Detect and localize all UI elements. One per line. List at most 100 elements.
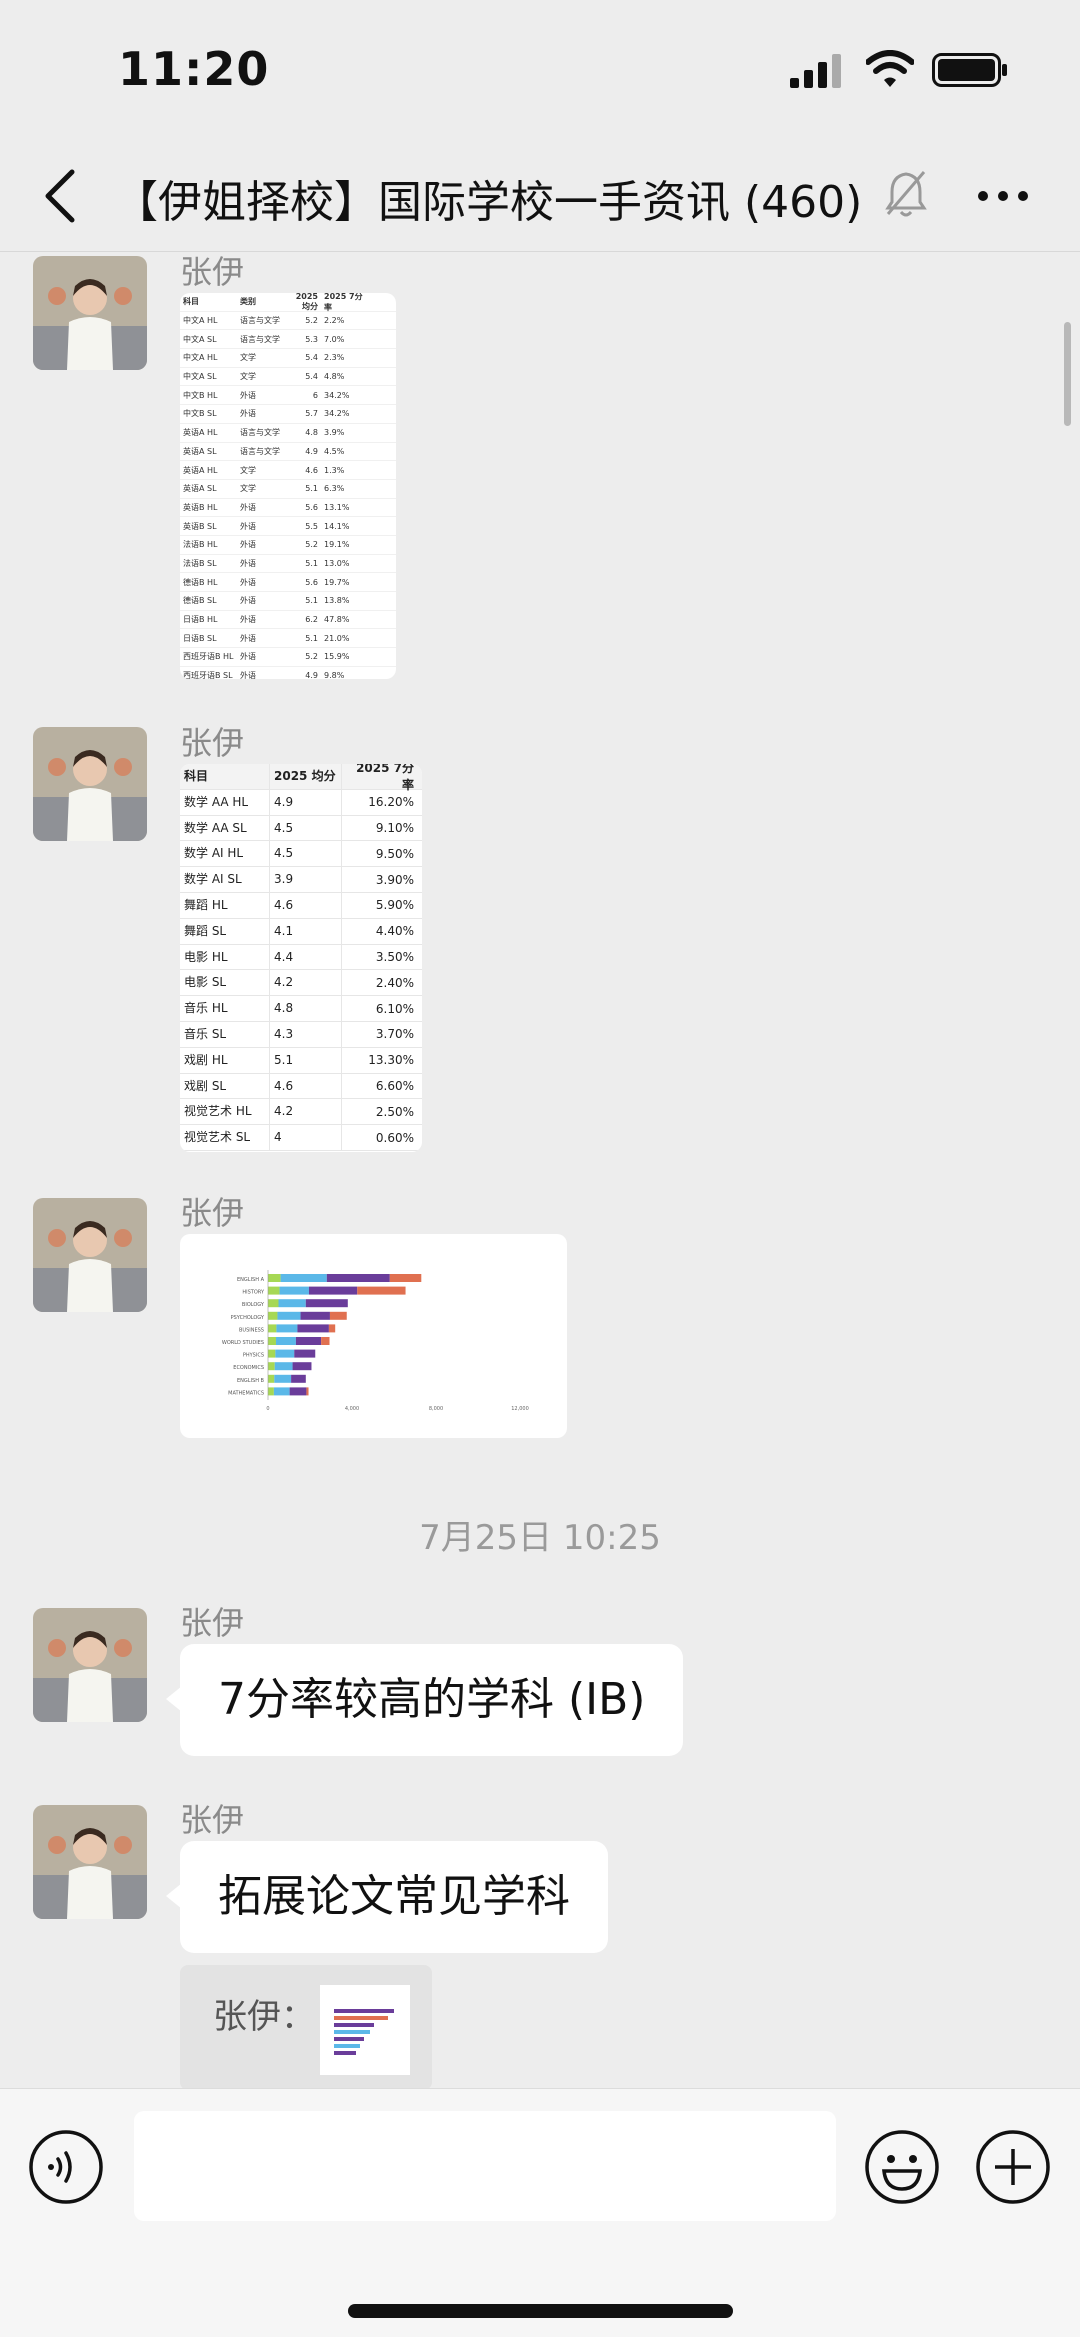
table-cell: 5.1	[270, 1047, 342, 1073]
table-row: 英语B HL 外语 5.6 13.1%	[180, 499, 396, 518]
bar-segment	[328, 1324, 336, 1333]
table-cell: 5.90%	[375, 898, 414, 913]
table-cell: 6.60%	[375, 1078, 414, 1093]
table-cell: 语言与文学	[240, 446, 280, 456]
avatar[interactable]	[33, 1608, 147, 1722]
table-row: 中文A SL 文学 5.4 4.8%	[180, 368, 396, 387]
table-cell: 语言与文学	[240, 428, 280, 438]
avatar[interactable]	[33, 256, 147, 370]
table-cell: 舞蹈 SL	[180, 918, 270, 944]
status-time: 11:20	[118, 42, 270, 96]
add-attachment-icon[interactable]	[975, 2129, 1051, 2205]
table-cell: 5.1	[305, 558, 318, 568]
avatar-image	[33, 1805, 147, 1919]
bar-segment	[291, 1374, 306, 1383]
table-cell: 2.40%	[375, 975, 414, 990]
table-cell: 4.5%	[324, 446, 345, 456]
table-cell: 34.2%	[324, 409, 350, 419]
table-cell: 5.4	[305, 372, 318, 382]
sender-name: 张伊	[180, 1801, 245, 1839]
avatar-image	[33, 727, 147, 841]
table-cell: 0.60%	[375, 1130, 414, 1145]
table-cell: 外语	[240, 652, 256, 662]
quoted-message[interactable]: 张伊：	[180, 1965, 432, 2090]
table-cell: 14.1%	[324, 521, 350, 531]
emoji-icon[interactable]	[864, 2129, 940, 2205]
table-cell: 3.90%	[375, 872, 414, 887]
table-cell: 德语B HL	[183, 577, 218, 587]
category-label: HISTORY	[242, 1290, 265, 1296]
table-cell: 5.2	[305, 540, 318, 550]
table-cell: 外语	[240, 502, 256, 512]
table-row: 视觉艺术 SL 4 0.60%	[180, 1125, 422, 1151]
table-row: 音乐 HL 4.8 6.10%	[180, 996, 422, 1022]
bar-segment	[274, 1374, 292, 1383]
table-row: 德语B HL 外语 5.6 19.7%	[180, 573, 396, 592]
table-cell: 2025 均分	[295, 293, 318, 311]
sender-name: 张伊	[180, 253, 245, 291]
table-cell: 外语	[240, 615, 256, 625]
table-cell: 13.30%	[368, 1053, 414, 1068]
table-row: 电影 SL 4.2 2.40%	[180, 970, 422, 997]
table-cell: 6.3%	[324, 484, 345, 494]
table-cell: 语言与文学	[240, 316, 280, 326]
category-label: ECONOMICS	[233, 1365, 264, 1371]
table-row: 数学 AA SL 4.5 9.10%	[180, 815, 422, 842]
table-row: 音乐 SL 4.3 3.70%	[180, 1021, 422, 1048]
message-bubble[interactable]: 拓展论文常见学科	[166, 1841, 608, 1953]
table-cell: 法语B HL	[183, 540, 218, 550]
voice-input-icon[interactable]	[28, 2129, 104, 2205]
table-cell: 6	[312, 390, 318, 400]
message-bubble[interactable]: 7分率较高的学科 (IB)	[165, 1644, 684, 1756]
bar-segment	[268, 1374, 275, 1383]
table-row: 日语B SL 外语 5.1 21.0%	[180, 629, 396, 649]
subject-score-table: 科目 2025 均分 2025 7分率 数学 AA HL 4.9 16.20% 数学 AA …	[180, 764, 422, 1151]
table-row: 中文A HL 语言与文学 5.2 2.2%	[180, 312, 396, 331]
bar-segment	[389, 1274, 422, 1282]
bar-segment	[268, 1311, 278, 1320]
avatar[interactable]	[33, 1198, 147, 1312]
table-cell: 中文A SL	[183, 334, 217, 344]
more-options-icon[interactable]	[975, 176, 1031, 216]
category-label: WORLD STUDIES	[222, 1340, 264, 1346]
avatar[interactable]	[33, 1805, 147, 1919]
table-header-row: 科目 2025 均分 2025 7分率	[180, 764, 422, 792]
table-row: 德语B SL 外语 5.1 13.8%	[180, 592, 396, 611]
bar-segment	[276, 1324, 298, 1333]
bar-segment	[268, 1337, 276, 1345]
bar-segment	[268, 1362, 275, 1371]
table-cell: 类别	[240, 297, 256, 307]
table-image-2[interactable]: 科目 2025 均分 2025 7分率 数学 AA HL 4.9 16.20% 数学 AA …	[180, 764, 422, 1152]
chart-image[interactable]: ENGLISH A HISTORY BIOLOGY PSYCHOLOGY BUSINES…	[180, 1234, 567, 1438]
table-row: 中文B HL 外语 6 34.2%	[180, 386, 396, 406]
table-cell: 4.5	[270, 841, 342, 867]
table-cell: 34.2%	[324, 390, 350, 400]
table-cell: 中文A HL	[183, 353, 218, 363]
table-cell: 3.9	[270, 867, 342, 892]
table-cell: 文学	[240, 372, 256, 382]
table-cell: 1.3%	[324, 465, 345, 475]
category-label: ENGLISH B	[237, 1378, 265, 1384]
bar-segment	[357, 1286, 406, 1295]
bar-segment	[277, 1311, 301, 1320]
message-input[interactable]	[134, 2111, 836, 2221]
table-image-1[interactable]: 科目 类别 2025 均分 2025 7分率 中文A HL 语言与文学 5.2 2.2% 中文A…	[180, 293, 396, 679]
table-cell: 13.0%	[324, 558, 350, 568]
home-indicator	[348, 2304, 733, 2318]
table-cell: 9.10%	[375, 820, 414, 835]
table-cell: 5.4	[305, 353, 318, 363]
table-row: 英语A SL 语言与文学 4.9 4.5%	[180, 443, 396, 462]
avatar[interactable]	[33, 727, 147, 841]
back-arrow-icon[interactable]	[40, 166, 80, 226]
bar-segment	[329, 1311, 347, 1320]
bar-segment	[268, 1324, 277, 1333]
table-row: 法语B SL 外语 5.1 13.0%	[180, 555, 396, 574]
table-cell: 中文B HL	[183, 390, 218, 400]
table-cell: 3.50%	[375, 949, 414, 964]
table-row: 西班牙语B SL 外语 4.9 9.8%	[180, 667, 396, 679]
table-cell: 4.9	[305, 446, 318, 456]
timestamp: 7月25日 10:25	[419, 1518, 661, 1558]
input-bar	[0, 2088, 1080, 2337]
table-cell: 日语B HL	[183, 615, 218, 625]
table-cell: 4.8%	[324, 372, 345, 382]
